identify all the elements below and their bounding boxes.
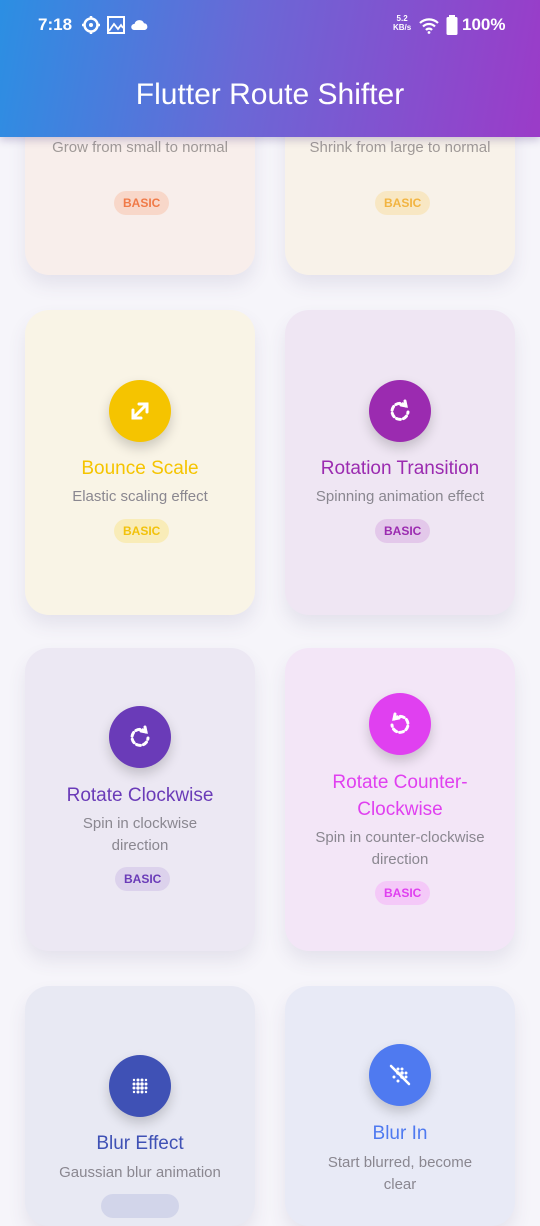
battery-percentage: 100% (462, 15, 506, 34)
cloud-icon (131, 20, 148, 30)
gear-icon (82, 16, 100, 34)
rotate-counter-clockwise-icon (369, 693, 431, 755)
battery-icon (446, 15, 458, 35)
card-description: Spinning animation effect (315, 488, 485, 505)
effect-card-bounce-scale[interactable]: Bounce Scale Elastic scaling effect BASI… (25, 310, 255, 615)
status-time: 7:18 (38, 15, 73, 34)
blur-off-icon (369, 1044, 431, 1106)
card-description: Shrink from large to normal (309, 139, 491, 156)
card-badge: BASIC (375, 519, 431, 543)
network-speed: 5.2 KB/s (393, 14, 411, 32)
speed-unit: KB/s (393, 23, 412, 32)
card-description: Grow from small to normal (52, 139, 228, 156)
card-badge (101, 1194, 179, 1218)
card-title: Rotation Transition (320, 458, 480, 479)
card-description: Spin in clockwise direction (82, 815, 198, 854)
rotate-icon (369, 380, 431, 442)
card-description: Spin in counter-clockwise direction (315, 829, 485, 868)
card-description: Elastic scaling effect (72, 488, 208, 505)
card-badge: BASIC (375, 191, 431, 215)
card-title: Blur In (372, 1123, 428, 1144)
card-badge: BASIC (375, 881, 431, 905)
effect-card-rotate-clockwise[interactable]: Rotate Clockwise Spin in clockwise direc… (25, 648, 255, 951)
card-title: Blur Effect (96, 1133, 184, 1154)
card-badge: BASIC (114, 191, 170, 215)
rotate-clockwise-icon (109, 706, 171, 768)
page-title: Flutter Route Shifter (135, 78, 405, 111)
effect-card-blur-effect[interactable]: Blur Effect Gaussian blur animation (25, 986, 255, 1226)
effect-card-blur-in[interactable]: Blur In Start blurred, become clear (285, 986, 515, 1226)
card-badge: BASIC (115, 867, 171, 891)
speed-value: 5.2 (396, 14, 408, 23)
gallery-icon (107, 16, 125, 34)
app-bar: 7:18 5.2 KB/s 100% Flutter Route Shifter (0, 0, 540, 137)
effect-card-rotation-transition[interactable]: Rotation Transition Spinning animation e… (285, 310, 515, 615)
effect-card-rotate-counter-clockwise[interactable]: Rotate Counter-Clockwise Spin in counter… (285, 648, 515, 951)
card-description: Gaussian blur animation (59, 1164, 221, 1181)
card-title: Bounce Scale (81, 458, 199, 479)
card-description: Start blurred, become clear (327, 1154, 473, 1193)
blur-icon (109, 1055, 171, 1117)
card-badge: BASIC (114, 519, 170, 543)
card-title: Rotate Counter-Clockwise (332, 772, 468, 820)
status-bar: 7:18 5.2 KB/s 100% (0, 0, 540, 50)
wifi-icon (419, 18, 439, 34)
card-title: Rotate Clockwise (66, 785, 214, 806)
expand-icon (109, 380, 171, 442)
